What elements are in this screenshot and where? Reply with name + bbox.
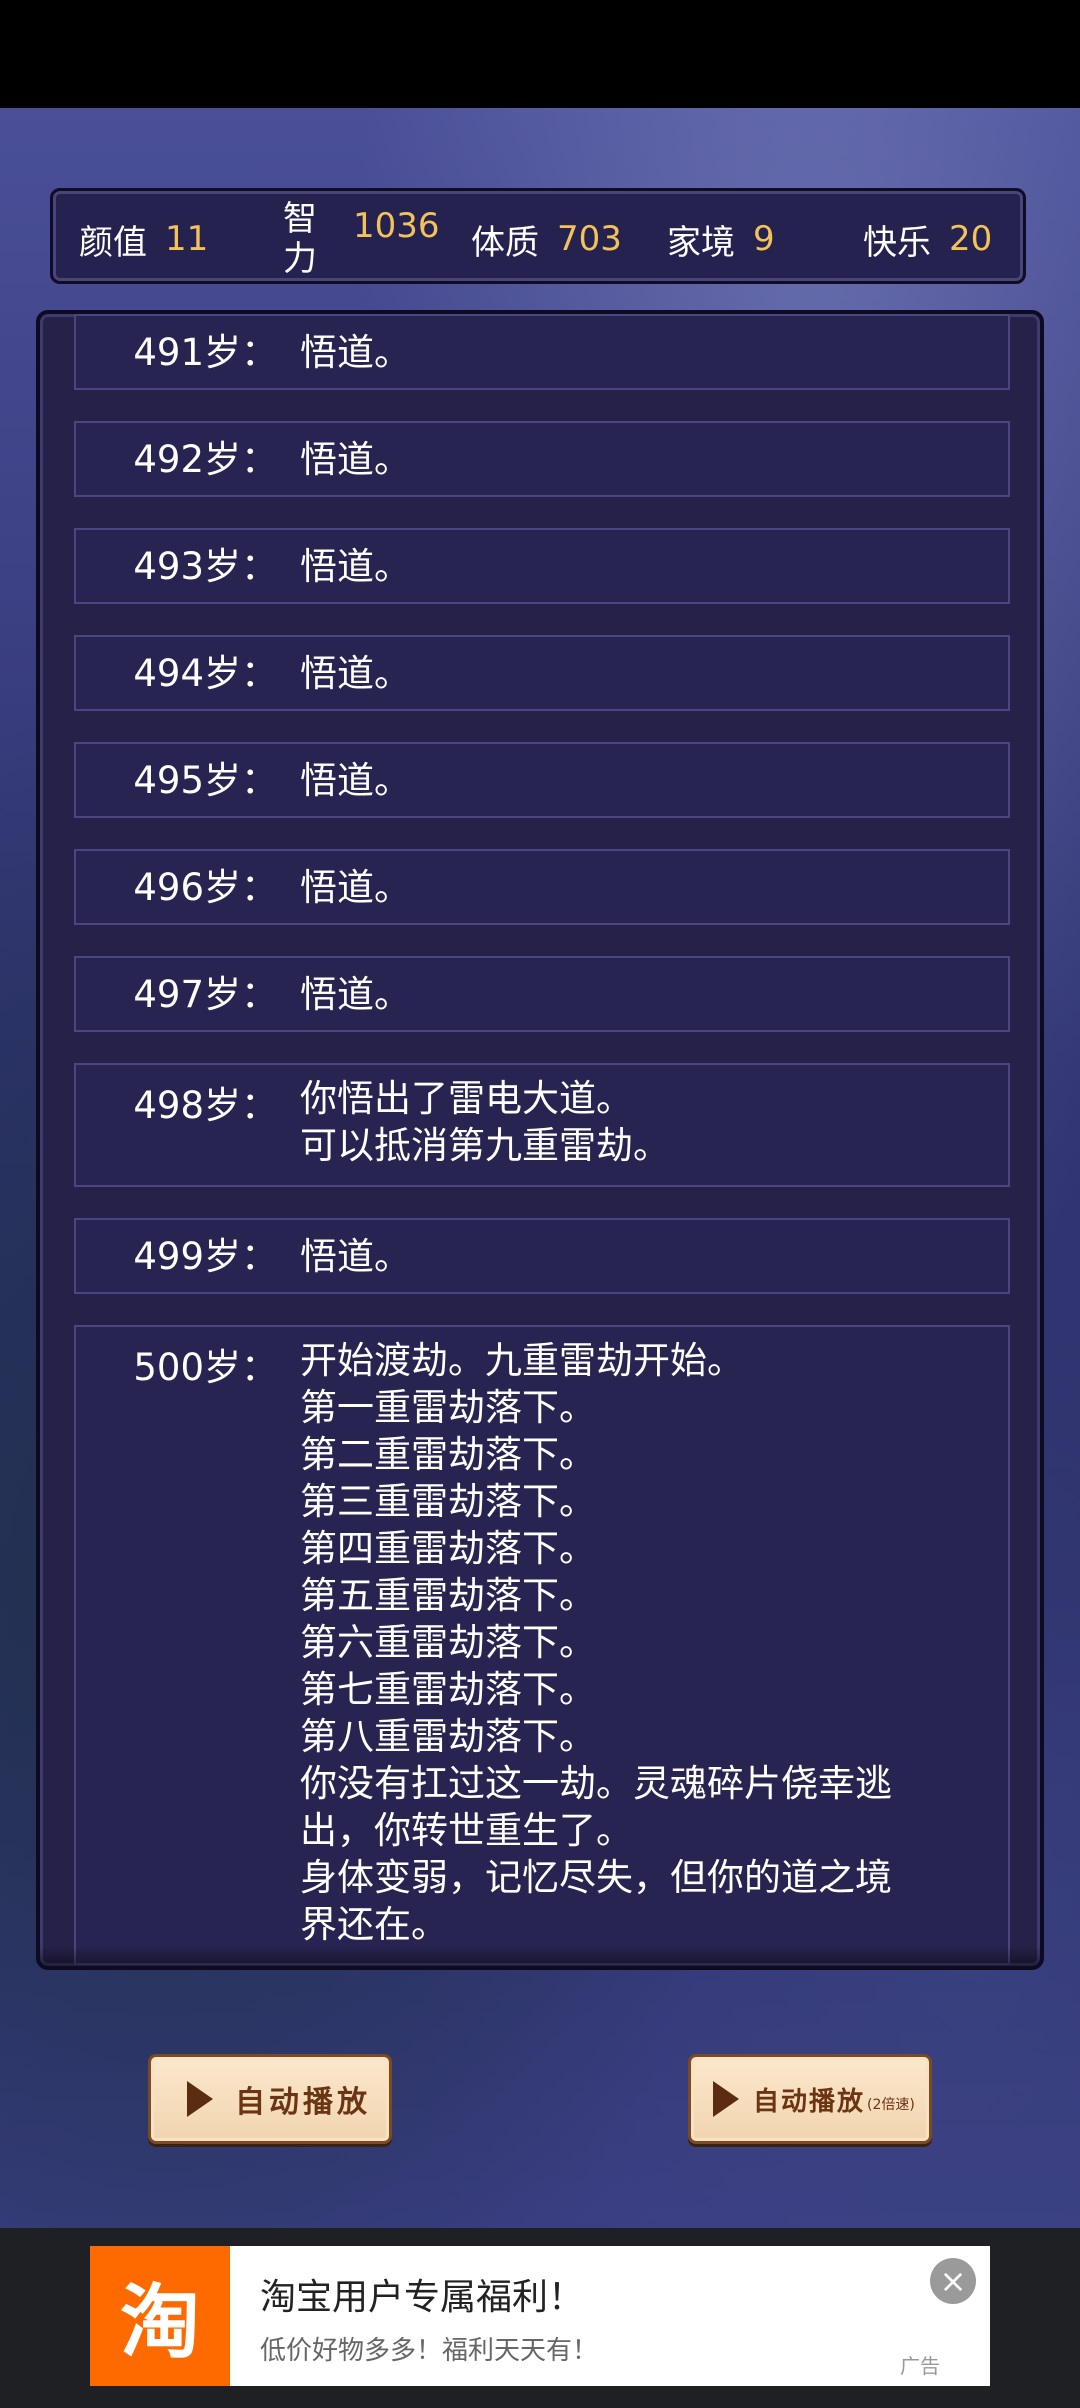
- event-text: 悟道。: [300, 1235, 411, 1278]
- event-line: 第四重雷劫落下。: [300, 1527, 596, 1570]
- event-row: 491岁： 悟道。: [74, 314, 1010, 390]
- speed-label: (2倍速): [867, 2097, 915, 2113]
- event-age: 491岁：: [133, 331, 278, 374]
- event-line: 第一重雷劫落下。: [300, 1386, 596, 1429]
- taobao-logo: 淘: [90, 2246, 230, 2386]
- event-age: 495岁：: [133, 759, 278, 802]
- event-line: 开始渡劫。九重雷劫开始。: [300, 1339, 744, 1382]
- event-text: 悟道。: [300, 759, 411, 802]
- stat-label: 家境: [667, 222, 735, 263]
- ad-subtitle: 低价好物多多！福利天天有！: [260, 2336, 599, 2366]
- auto-play-label: 自动播放: [235, 2085, 371, 2120]
- panel-shadow: [40, 1946, 1040, 1966]
- play-icon: [713, 2081, 739, 2117]
- auto-play-button[interactable]: 自动播放: [148, 2054, 392, 2144]
- play-icon: [187, 2081, 213, 2117]
- event-line: 可以抵消第九重雷劫。: [300, 1124, 670, 1167]
- logo-glyph: 淘: [120, 2276, 200, 2369]
- event-line: 你悟出了雷电大道。: [300, 1077, 633, 1120]
- event-line: 界还在。: [300, 1903, 448, 1946]
- event-row: 497岁： 悟道。: [74, 956, 1010, 1032]
- event-age: 497岁：: [133, 973, 278, 1016]
- event-text: 悟道。: [300, 652, 411, 695]
- event-age: 492岁：: [133, 438, 278, 481]
- status-bar: [0, 0, 1080, 108]
- event-line: 第二重雷劫落下。: [300, 1433, 596, 1476]
- life-event-log[interactable]: 491岁： 悟道。 492岁： 悟道。 493岁： 悟道。 494岁： 悟道。 …: [36, 310, 1044, 1970]
- event-age: 499岁：: [133, 1235, 278, 1278]
- stat-value: 11: [165, 219, 209, 259]
- event-line: 身体变弱，记忆尽失，但你的道之境: [300, 1856, 892, 1899]
- event-text: 你悟出了雷电大道。 可以抵消第九重雷劫。: [300, 1075, 1000, 1169]
- event-row: 494岁： 悟道。: [74, 635, 1010, 711]
- stat-value: 9: [753, 219, 775, 259]
- stat-value: 20: [949, 219, 993, 259]
- event-text: 悟道。: [300, 545, 411, 588]
- event-row: 493岁： 悟道。: [74, 528, 1010, 604]
- stat-label: 智力: [283, 199, 317, 279]
- auto-play-fast-label: 自动播放: [753, 2086, 866, 2117]
- event-row: 499岁： 悟道。: [74, 1218, 1010, 1294]
- auto-play-fast-button[interactable]: 自动播放 (2倍速): [688, 2054, 932, 2144]
- ad-label: 广告: [900, 2354, 940, 2378]
- stat-label: 快乐: [863, 222, 931, 263]
- event-row: 500岁： 开始渡劫。九重雷劫开始。 第一重雷劫落下。 第二重雷劫落下。 第三重…: [74, 1325, 1010, 1965]
- attribute-bar: 颜值 11 智力 1036 体质 703 家境 9 快乐 20: [50, 188, 1026, 284]
- event-row: 496岁： 悟道。: [74, 849, 1010, 925]
- event-age: 493岁：: [133, 545, 278, 588]
- ad-title: 淘宝用户专属福利！: [260, 2277, 585, 2318]
- event-text: 悟道。: [300, 866, 411, 909]
- event-line: 第八重雷劫落下。: [300, 1715, 596, 1758]
- stat-intelligence: 智力 1036: [283, 191, 440, 287]
- event-line: 出，你转世重生了。: [300, 1809, 633, 1852]
- stat-constitution: 体质 703: [471, 191, 622, 287]
- stat-label: 颜值: [79, 222, 147, 263]
- event-line: 第七重雷劫落下。: [300, 1668, 596, 1711]
- event-text: 悟道。: [300, 331, 411, 374]
- event-line: 你没有扛过这一劫。灵魂碎片侥幸逃: [300, 1762, 892, 1805]
- stat-appearance: 颜值 11: [79, 191, 208, 287]
- event-line: 第三重雷劫落下。: [300, 1480, 596, 1523]
- stat-value: 703: [557, 219, 622, 259]
- stat-value: 1036: [353, 206, 440, 246]
- event-line: 第五重雷劫落下。: [300, 1574, 596, 1617]
- event-text: 悟道。: [300, 438, 411, 481]
- event-text: 悟道。: [300, 973, 411, 1016]
- event-row: 492岁： 悟道。: [74, 421, 1010, 497]
- close-icon[interactable]: ×: [930, 2258, 976, 2304]
- event-age: 500岁：: [133, 1346, 278, 1389]
- event-age: 494岁：: [133, 652, 278, 695]
- event-line: 第六重雷劫落下。: [300, 1621, 596, 1664]
- stat-happiness: 快乐 20: [863, 191, 992, 287]
- ad-banner[interactable]: 淘 淘宝用户专属福利！ 低价好物多多！福利天天有！ × 广告: [90, 2246, 990, 2386]
- event-row: 498岁： 你悟出了雷电大道。 可以抵消第九重雷劫。: [74, 1063, 1010, 1187]
- event-age: 498岁：: [133, 1084, 278, 1127]
- event-age: 496岁：: [133, 866, 278, 909]
- stat-label: 体质: [471, 222, 539, 263]
- event-row: 495岁： 悟道。: [74, 742, 1010, 818]
- event-text: 开始渡劫。九重雷劫开始。 第一重雷劫落下。 第二重雷劫落下。 第三重雷劫落下。 …: [300, 1337, 1000, 1948]
- stat-family: 家境 9: [667, 191, 775, 287]
